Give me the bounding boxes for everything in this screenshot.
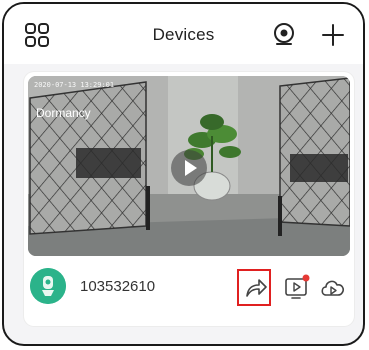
plus-icon[interactable] <box>320 22 346 48</box>
page-title: Devices <box>152 25 215 44</box>
device-avatar[interactable] <box>30 268 66 304</box>
play-button[interactable] <box>171 150 207 186</box>
app-frame: Devices 2020-07-13 13:29:01 Dormancy 103… <box>2 2 365 346</box>
share-icon[interactable] <box>240 272 270 302</box>
device-mode-label: Dormancy <box>36 106 91 120</box>
playback-icon[interactable] <box>282 272 312 302</box>
device-card: 2020-07-13 13:29:01 Dormancy 103532610 <box>24 72 354 326</box>
device-id: 103532610 <box>80 278 156 295</box>
video-preview[interactable]: 2020-07-13 13:29:01 Dormancy <box>28 76 350 256</box>
top-bar: Devices <box>4 4 363 64</box>
video-timestamp: 2020-07-13 13:29:01 <box>34 81 115 89</box>
camera-lens-icon[interactable] <box>271 22 297 48</box>
cloud-play-icon[interactable] <box>318 272 348 302</box>
